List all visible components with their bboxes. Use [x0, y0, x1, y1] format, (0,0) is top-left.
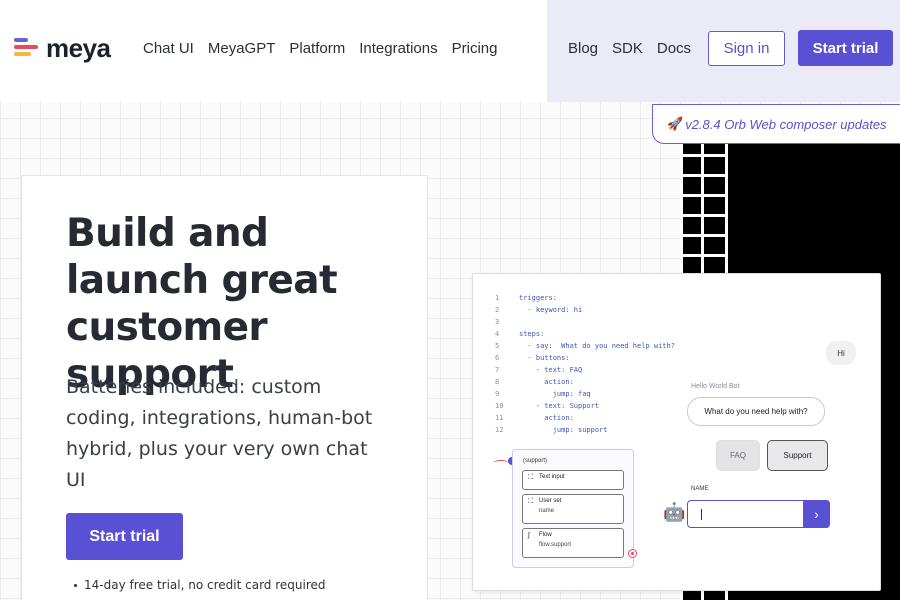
- nav-link-chat-ui[interactable]: Chat UI: [143, 40, 194, 57]
- flow-node-sub: flow.support: [539, 542, 572, 548]
- bot-message-bubble: What do you need help with?: [687, 397, 825, 426]
- code-line-number: 8: [495, 378, 500, 386]
- nav-link-docs[interactable]: Docs: [657, 40, 691, 57]
- code-line-text: - keyword: hi: [519, 306, 583, 314]
- release-text: v2.8.4 Orb Web composer updates: [685, 116, 887, 132]
- code-line-number: 2: [495, 306, 500, 314]
- nav-link-sdk[interactable]: SDK: [612, 40, 643, 57]
- user-message-bubble: Hi: [826, 341, 856, 365]
- name-field-label: NAME: [691, 486, 709, 492]
- flow-end-pin: [628, 549, 637, 558]
- start-trial-header-button[interactable]: Start trial: [798, 30, 893, 66]
- name-input-field[interactable]: ›: [687, 500, 830, 528]
- flow-node-text-input: ⛶ Text input: [522, 470, 624, 490]
- code-line: 7 - text: FAQ: [495, 364, 675, 376]
- code-line-text: action:: [519, 414, 574, 422]
- quick-reply-support[interactable]: Support: [767, 440, 828, 471]
- bfml-code-block: 1 triggers: 2 - keyword: hi 3 4 steps: 5 - say…: [495, 292, 675, 436]
- code-line-text: jump: faq: [519, 390, 591, 398]
- flow-title: (support): [523, 458, 548, 464]
- release-announcement-link[interactable]: 🚀 v2.8.4 Orb Web composer updates: [652, 104, 900, 144]
- user-icon: ⛶: [528, 498, 533, 505]
- input-icon: ⛶: [528, 474, 533, 481]
- flow-connector-line: [493, 460, 509, 466]
- code-line-text: - say: What do you need help with?: [519, 342, 675, 350]
- code-line-number: 10: [495, 402, 504, 410]
- code-line-text: action:: [519, 378, 574, 386]
- code-line-number: 4: [495, 330, 500, 338]
- code-line-number: 6: [495, 354, 500, 362]
- site-header: meya Chat UI MeyaGPT Platform Integratio…: [0, 0, 900, 102]
- code-line-number: 5: [495, 342, 500, 350]
- bot-name-label: Hello World Bot: [691, 383, 740, 390]
- code-line: 9 jump: faq: [495, 388, 675, 400]
- robot-icon: 🤖: [663, 502, 686, 522]
- nav-link-platform[interactable]: Platform: [289, 40, 345, 57]
- code-line-text: - buttons:: [519, 354, 570, 362]
- product-demo-card: 1 triggers: 2 - keyword: hi 3 4 steps: 5 - say…: [472, 273, 881, 591]
- flow-node-label: Text input: [539, 474, 565, 480]
- nav-link-blog[interactable]: Blog: [568, 40, 598, 57]
- code-line: 1 triggers:: [495, 292, 675, 304]
- code-line-text: - text: FAQ: [519, 366, 583, 374]
- text-caret: [701, 509, 702, 520]
- code-line-text: - text: Support: [519, 402, 600, 410]
- meya-logo-icon: [14, 35, 40, 61]
- nav-link-integrations[interactable]: Integrations: [359, 40, 437, 57]
- nav-link-pricing[interactable]: Pricing: [452, 40, 498, 57]
- code-line-number: 11: [495, 414, 504, 422]
- sign-in-button[interactable]: Sign in: [708, 31, 785, 66]
- hero-card: Build and launch great customer support …: [21, 175, 428, 600]
- code-line: 5 - say: What do you need help with?: [495, 340, 675, 352]
- flow-node-user-set: ⛶ User set name: [522, 494, 624, 524]
- code-line-text: jump: support: [519, 426, 608, 434]
- code-line: 4 steps:: [495, 328, 675, 340]
- code-line: 3: [495, 316, 675, 328]
- rocket-icon: 🚀: [667, 116, 684, 131]
- meya-logo[interactable]: meya: [14, 35, 111, 61]
- code-line-number: 3: [495, 318, 500, 326]
- secondary-nav: Blog SDK Docs: [568, 40, 705, 57]
- quick-reply-faq[interactable]: FAQ: [716, 440, 760, 471]
- logo-wordmark: meya: [46, 33, 111, 63]
- code-line: 12 jump: support: [495, 424, 675, 436]
- hero-title: Build and launch great customer support: [66, 211, 338, 397]
- send-chevron-icon[interactable]: ›: [803, 500, 830, 528]
- flow-node-label: Flow: [539, 532, 552, 538]
- flow-node-sub: name: [539, 508, 555, 514]
- flow-diagram: (support) ⛶ Text input ⛶ User set name ∫…: [512, 449, 634, 568]
- flow-node-flow: ∫ Flow flow.support: [522, 528, 624, 558]
- code-line-number: 1: [495, 294, 500, 302]
- code-line: 10 - text: Support: [495, 400, 675, 412]
- code-line: 8 action:: [495, 376, 675, 388]
- code-line: 11 action:: [495, 412, 675, 424]
- flow-node-label: User set: [539, 498, 562, 504]
- code-line: 6 - buttons:: [495, 352, 675, 364]
- start-trial-hero-button[interactable]: Start trial: [66, 513, 183, 560]
- code-line-text: triggers:: [519, 294, 557, 302]
- code-line: 2 - keyword: hi: [495, 304, 675, 316]
- hero-subtitle: Batteries included: custom coding, integ…: [66, 376, 373, 491]
- primary-nav: Chat UI MeyaGPT Platform Integrations Pr…: [143, 40, 511, 57]
- nav-link-meyagpt[interactable]: MeyaGPT: [208, 40, 276, 57]
- code-line-number: 12: [495, 426, 504, 434]
- flow-icon: ∫: [528, 532, 530, 539]
- code-line-number: 7: [495, 366, 500, 374]
- code-line-number: 9: [495, 390, 500, 398]
- code-line-text: steps:: [519, 330, 545, 338]
- trial-note: 14-day free trial, no credit card requir…: [74, 578, 326, 592]
